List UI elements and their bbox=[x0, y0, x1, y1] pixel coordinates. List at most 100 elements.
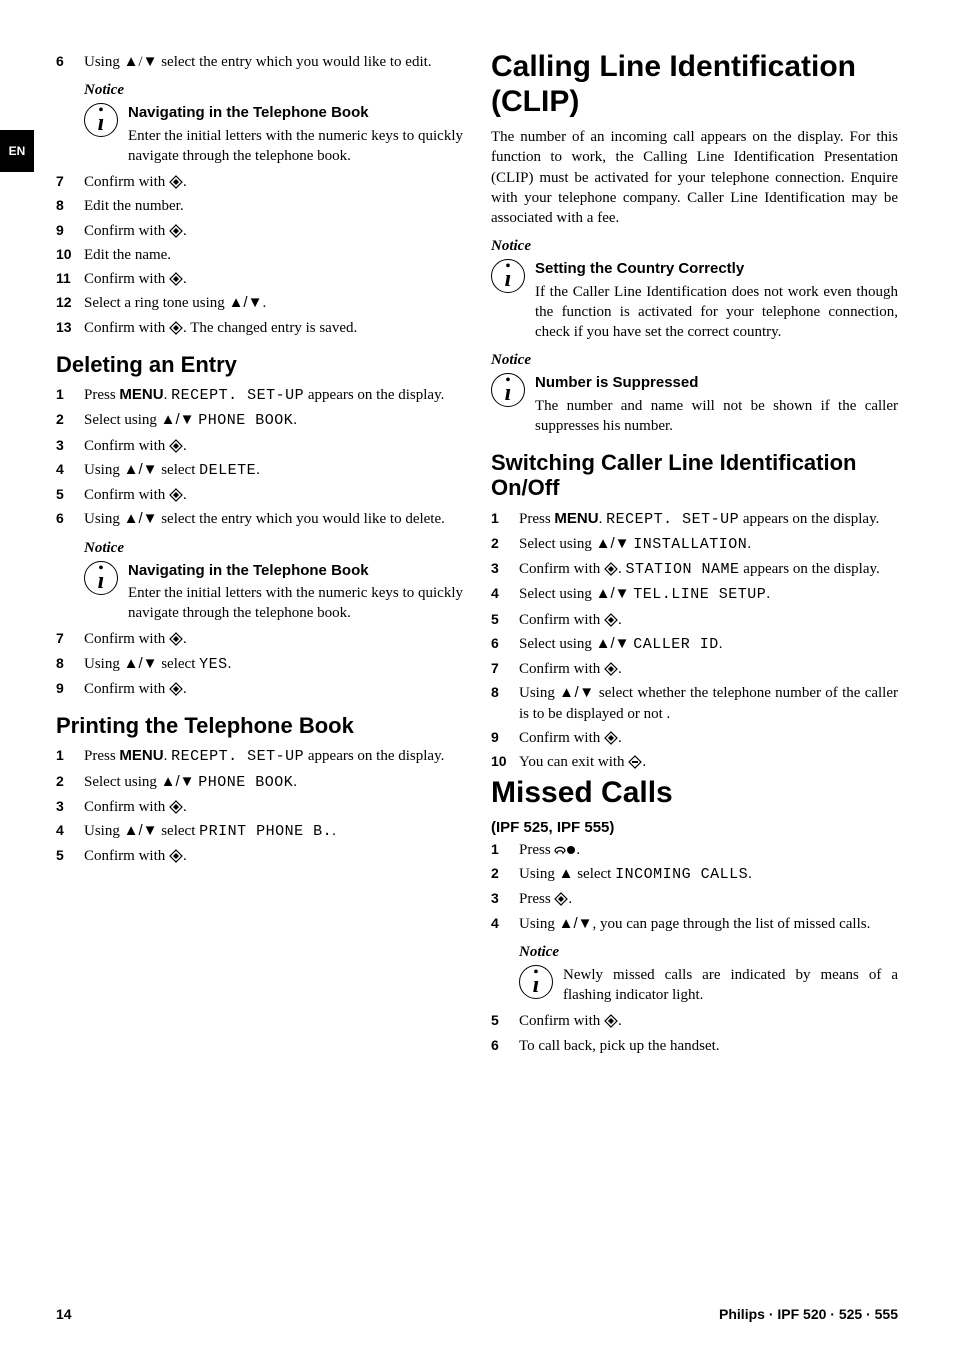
updown-icon: ▲/▼ bbox=[161, 773, 195, 790]
step-number: 10 bbox=[491, 752, 513, 771]
step-number: 7 bbox=[491, 659, 513, 678]
step-number: 8 bbox=[56, 196, 78, 215]
heading-deleting-entry: Deleting an Entry bbox=[56, 352, 463, 377]
up-icon: ▲ bbox=[161, 411, 176, 428]
step-number: 11 bbox=[56, 269, 78, 288]
step-number: 4 bbox=[491, 914, 513, 933]
info-icon: ı bbox=[84, 561, 118, 595]
start-icon bbox=[604, 613, 618, 627]
updown-icon: ▲/▼ bbox=[596, 535, 630, 552]
notice-text: Newly missed calls are indicated by mean… bbox=[563, 967, 898, 1003]
step-text: To call back, pick up the handset. bbox=[519, 1038, 720, 1054]
updown-icon: ▲/▼ bbox=[124, 510, 158, 527]
step-text: Select using ▲/▼ TEL.LINE SETUP. bbox=[519, 586, 770, 602]
step-number: 8 bbox=[491, 683, 513, 702]
updown-icon: ▲/▼ bbox=[229, 294, 263, 311]
info-icon: ı bbox=[491, 373, 525, 407]
updown-icon: ▲/▼ bbox=[124, 655, 158, 672]
step-text: Confirm with . bbox=[519, 612, 622, 628]
notice-navigating-phonebook-1: ı Navigating in the Telephone Book Enter… bbox=[84, 103, 463, 166]
language-tab: EN bbox=[0, 130, 34, 172]
up-icon: ▲ bbox=[559, 915, 574, 932]
step-number: 9 bbox=[56, 679, 78, 698]
step-text: Confirm with . bbox=[84, 487, 187, 503]
step-text: Press MENU. RECEPT. SET-UP appears on th… bbox=[84, 748, 444, 764]
step-number: 1 bbox=[491, 840, 513, 859]
step-number: 1 bbox=[56, 385, 78, 404]
step-text: Select using ▲/▼ PHONE BOOK. bbox=[84, 774, 297, 790]
up-icon: ▲ bbox=[229, 294, 244, 311]
step-number: 6 bbox=[491, 1036, 513, 1055]
start-icon bbox=[169, 849, 183, 863]
start-icon bbox=[604, 731, 618, 745]
step-number: 4 bbox=[491, 584, 513, 603]
info-icon: ı bbox=[491, 259, 525, 293]
page-footer: 14 Philips · IPF 520 · 525 · 555 bbox=[56, 1306, 898, 1322]
step-text: Confirm with . bbox=[519, 1013, 622, 1029]
step-text: Confirm with . bbox=[84, 799, 187, 815]
step-text: You can exit with . bbox=[519, 754, 646, 770]
step-number: 2 bbox=[491, 534, 513, 553]
step-number: 4 bbox=[56, 821, 78, 840]
step-number: 12 bbox=[56, 293, 78, 312]
model-subtitle: (IPF 525, IPF 555) bbox=[491, 819, 898, 836]
updown-icon: ▲/▼ bbox=[559, 684, 595, 701]
caller-icon bbox=[554, 843, 576, 857]
step-text: Select a ring tone using ▲/▼. bbox=[84, 295, 266, 311]
step-text: Press . bbox=[519, 842, 580, 858]
delete-steps: 1Press MENU. RECEPT. SET-UP appears on t… bbox=[56, 385, 463, 530]
notice-text: The number and name will not be shown if… bbox=[535, 398, 898, 434]
step-text: Using ▲/▼ select DELETE. bbox=[84, 462, 260, 478]
heading-clip: Calling Line Identification (CLIP) bbox=[491, 50, 898, 119]
start-icon bbox=[604, 1014, 618, 1028]
step-number: 1 bbox=[491, 509, 513, 528]
notice-navigating-phonebook-2: ı Navigating in the Telephone Book Enter… bbox=[84, 561, 463, 624]
right-column: Calling Line Identification (CLIP) The n… bbox=[491, 48, 898, 1060]
clip-description: The number of an incoming call appears o… bbox=[491, 127, 898, 228]
notice-title: Number is Suppressed bbox=[535, 373, 898, 393]
up-icon: ▲ bbox=[596, 585, 611, 602]
step-number: 5 bbox=[56, 846, 78, 865]
step-number: 9 bbox=[491, 728, 513, 747]
notice-missed-flash: ı Newly missed calls are indicated by me… bbox=[519, 965, 898, 1006]
step-number: 7 bbox=[56, 172, 78, 191]
step-text: Using ▲ select INCOMING CALLS. bbox=[519, 866, 752, 882]
updown-icon: ▲/▼ bbox=[124, 461, 158, 478]
step-text: Edit the name. bbox=[84, 247, 171, 263]
up-icon: ▲ bbox=[596, 635, 611, 652]
heading-switch-caller-id: Switching Caller Line Identification On/… bbox=[491, 450, 898, 501]
notice-label: Notice bbox=[519, 944, 898, 961]
step-number: 5 bbox=[491, 1011, 513, 1030]
up-icon: ▲ bbox=[596, 535, 611, 552]
notice-text: If the Caller Line Identification does n… bbox=[535, 284, 898, 341]
step-text: Press . bbox=[519, 891, 572, 907]
up-icon: ▲ bbox=[559, 684, 574, 701]
step-text: Confirm with . The changed entry is save… bbox=[84, 320, 357, 336]
heading-missed-calls: Missed Calls bbox=[491, 776, 898, 811]
heading-printing-phonebook: Printing the Telephone Book bbox=[56, 713, 463, 738]
stop-icon bbox=[628, 755, 642, 769]
edit-steps-rest: 7 Confirm with . 8 Edit the number. 9 Confirm… bbox=[56, 172, 463, 338]
start-icon bbox=[169, 488, 183, 502]
step-text: Using ▲/▼ select PRINT PHONE B.. bbox=[84, 823, 336, 839]
info-icon: ı bbox=[519, 965, 553, 999]
switch-steps: 1Press MENU. RECEPT. SET-UP appears on t… bbox=[491, 509, 898, 773]
step-number: 6 bbox=[56, 509, 78, 528]
up-icon: ▲ bbox=[559, 865, 574, 882]
updown-icon: ▲/▼ bbox=[559, 915, 593, 932]
step-number: 4 bbox=[56, 460, 78, 479]
notice-suppressed: ı Number is Suppressed The number and na… bbox=[491, 373, 898, 436]
updown-icon: ▲/▼ bbox=[596, 585, 630, 602]
step-number: 8 bbox=[56, 654, 78, 673]
step-text: Edit the number. bbox=[84, 198, 184, 214]
info-icon: ı bbox=[84, 103, 118, 137]
step-text: Select using ▲/▼ CALLER ID. bbox=[519, 636, 723, 652]
notice-title: Setting the Country Correctly bbox=[535, 259, 898, 279]
footer-model: Philips · IPF 520 · 525 · 555 bbox=[719, 1306, 898, 1322]
print-steps: 1Press MENU. RECEPT. SET-UP appears on t… bbox=[56, 746, 463, 866]
notice-label: Notice bbox=[84, 82, 463, 99]
step-text: Confirm with . bbox=[84, 223, 187, 239]
start-icon bbox=[169, 175, 183, 189]
step-number: 9 bbox=[56, 221, 78, 240]
up-icon: ▲ bbox=[124, 822, 139, 839]
